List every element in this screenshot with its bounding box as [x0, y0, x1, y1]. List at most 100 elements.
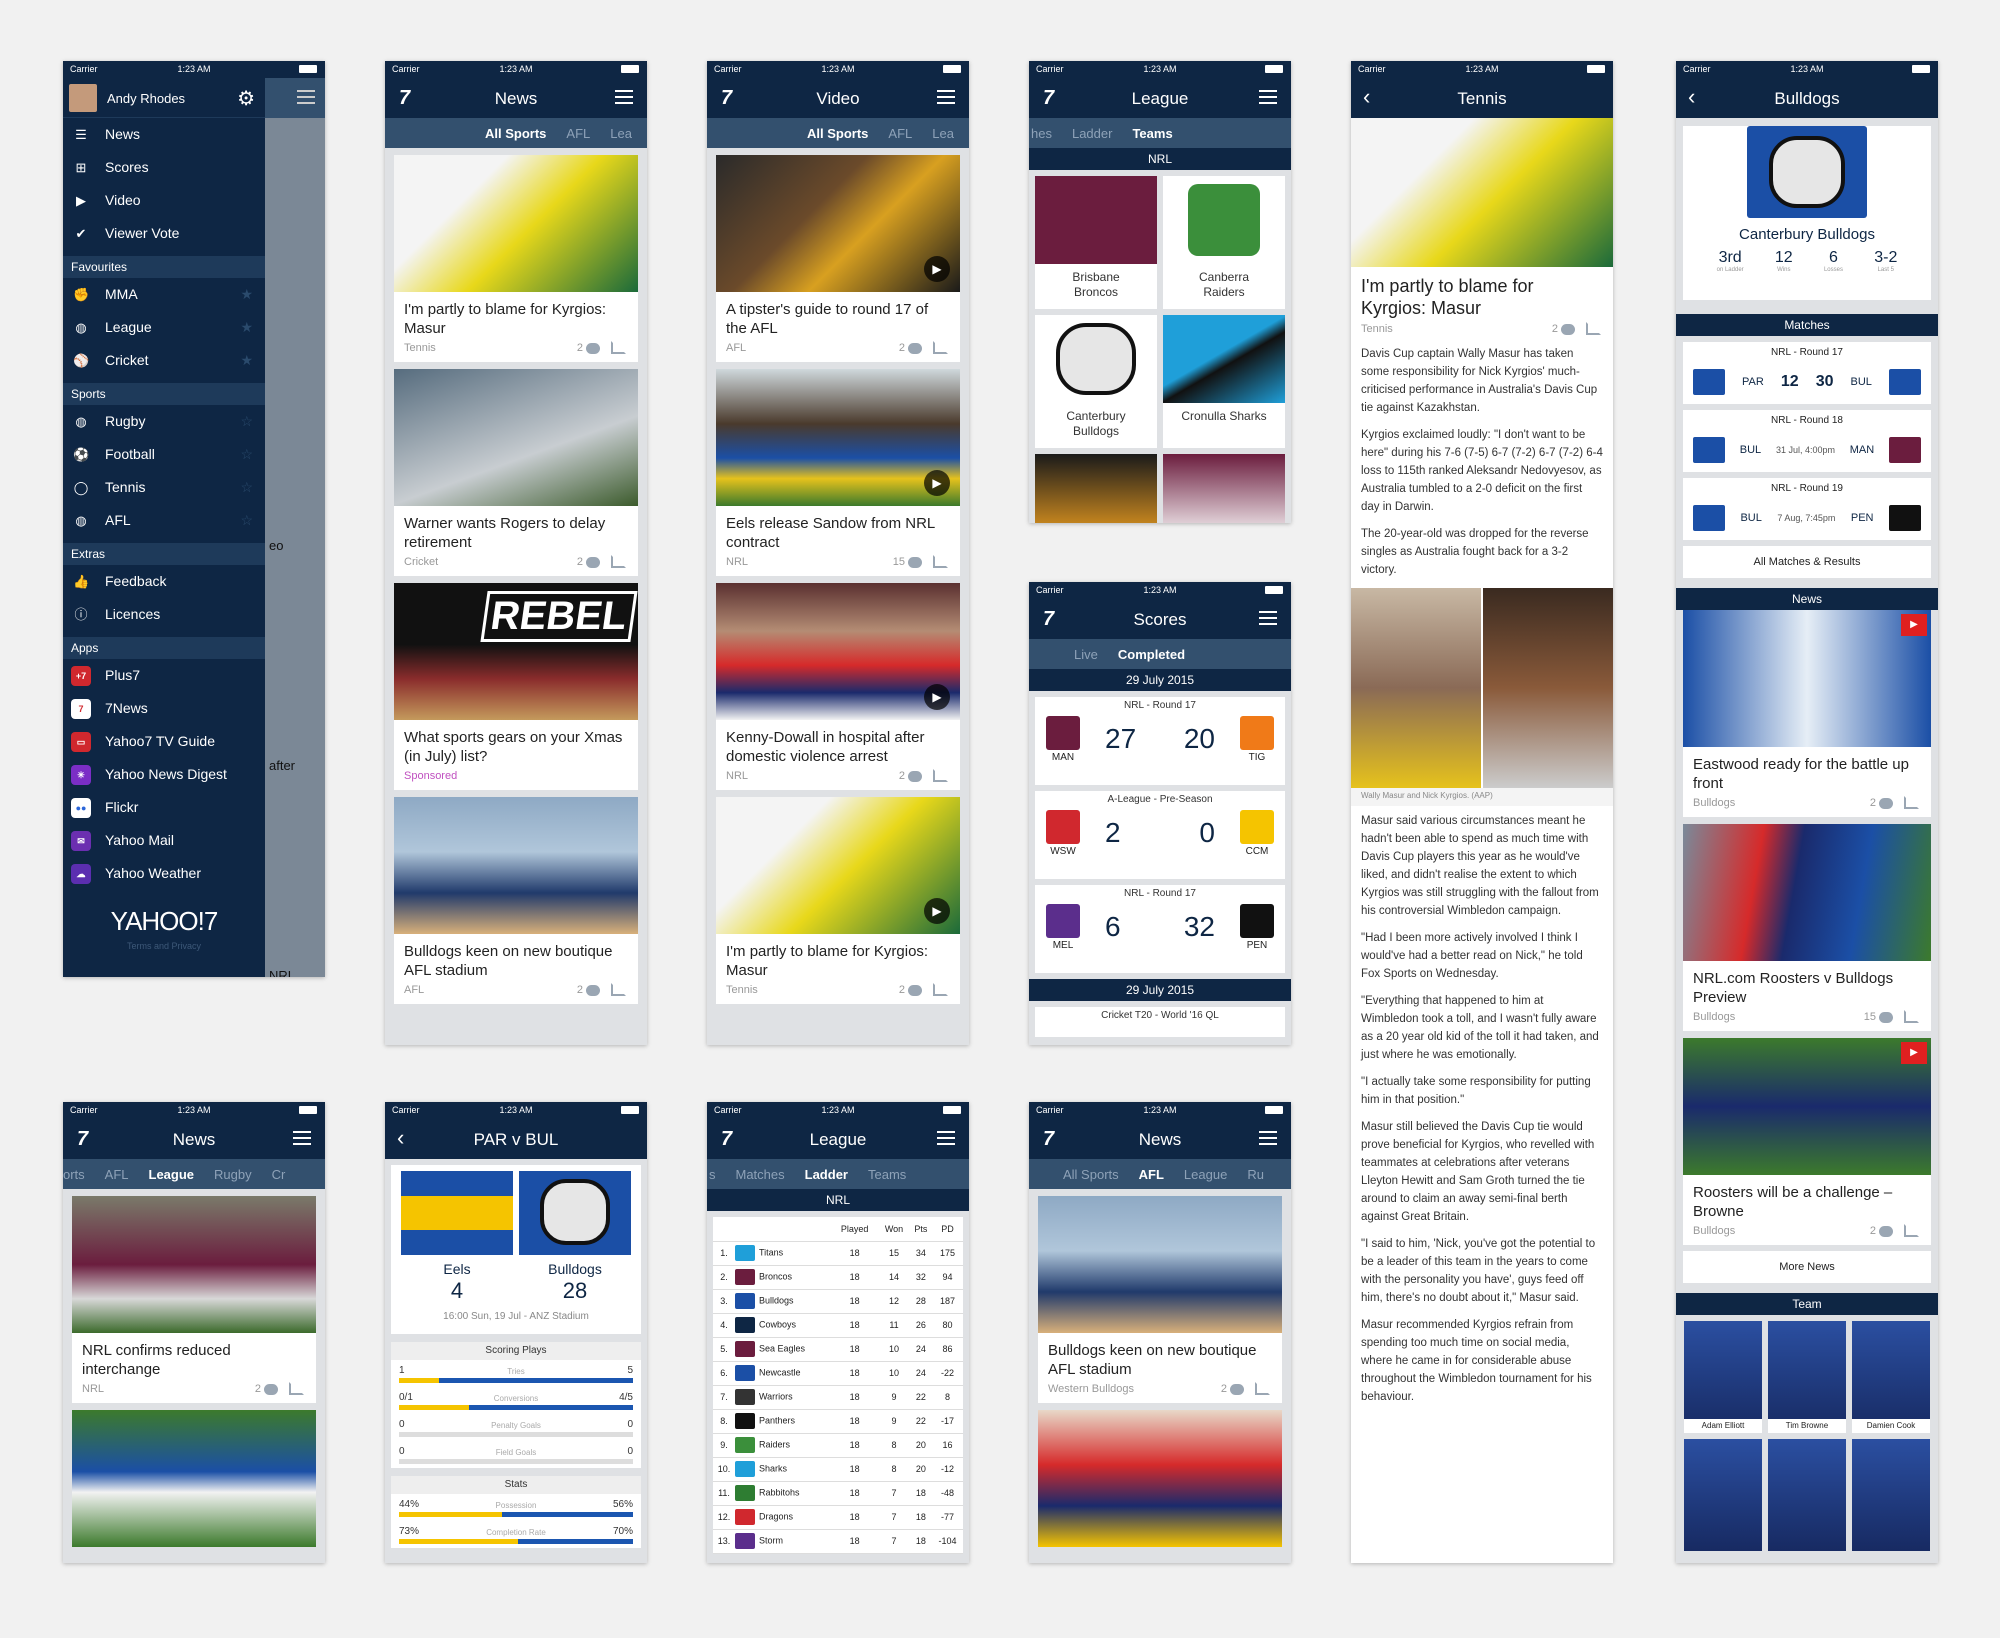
comment-count[interactable]: 2: [1870, 1225, 1893, 1237]
video-badge-icon[interactable]: ▶: [1901, 614, 1927, 636]
share-icon[interactable]: [1904, 1224, 1919, 1237]
tab-all-sports[interactable]: All Sports: [1063, 1167, 1119, 1182]
comment-count[interactable]: 15: [1864, 1011, 1893, 1023]
tab-all-sports[interactable]: All Sports: [807, 126, 868, 141]
ladder-row[interactable]: 4. Cowboys 18 11 26 80: [713, 1313, 963, 1338]
tab-afl[interactable]: AFL: [566, 126, 590, 141]
news-card[interactable]: NRL.com Roosters v Bulldogs Preview Bulld…: [1683, 824, 1931, 1031]
all-matches-button[interactable]: All Matches & Results: [1683, 546, 1931, 578]
player-card[interactable]: Tim Browne: [1768, 1321, 1846, 1433]
ladder-row[interactable]: 1. Titans 18 15 34 175: [713, 1241, 963, 1266]
comment-count[interactable]: 2: [577, 342, 600, 354]
menu-icon[interactable]: [1259, 1131, 1277, 1133]
app-7news[interactable]: 7 7News: [63, 692, 265, 725]
app-yahoo-weather[interactable]: ☁ Yahoo Weather: [63, 857, 265, 890]
tab-partial[interactable]: s: [709, 1167, 716, 1182]
drawer-item-tennis[interactable]: ◯ Tennis ☆: [63, 471, 265, 504]
video-badge-icon[interactable]: ▶: [1901, 1042, 1927, 1064]
news-card[interactable]: REBEL What sports gears on your Xmas (in …: [394, 583, 638, 790]
tab-league[interactable]: Lea: [610, 126, 632, 141]
star-outline-icon[interactable]: ☆: [240, 438, 253, 471]
drawer-item-video[interactable]: ▶ Video: [63, 184, 265, 217]
tab-afl[interactable]: AFL: [1139, 1167, 1164, 1182]
star-outline-icon[interactable]: ☆: [240, 405, 253, 438]
ladder-row[interactable]: 12. Dragons 18 7 18 -77: [713, 1505, 963, 1530]
drawer-item-news[interactable]: ☰ News: [63, 118, 265, 151]
ladder-row[interactable]: 11. Rabbitohs 18 7 18 -48: [713, 1481, 963, 1506]
comment-count[interactable]: 2: [255, 1383, 278, 1395]
star-outline-icon[interactable]: ☆: [240, 504, 253, 537]
share-icon[interactable]: [933, 769, 948, 782]
comment-count[interactable]: 2: [577, 556, 600, 568]
news-card[interactable]: ▶ Roosters will be a challenge – Browne Bu…: [1683, 1038, 1931, 1245]
star-icon[interactable]: ★: [240, 344, 253, 377]
user-name[interactable]: Andy Rhodes: [107, 91, 185, 106]
video-card[interactable]: ▶ A tipster's guide to round 17 of the AF…: [716, 155, 960, 362]
menu-icon[interactable]: [615, 90, 633, 92]
drawer-item-afl[interactable]: ◍ AFL ☆: [63, 504, 265, 537]
comment-count[interactable]: 2: [1221, 1383, 1244, 1395]
tab-matches[interactable]: Matches: [736, 1167, 785, 1182]
ladder-row[interactable]: 7. Warriors 18 9 22 8: [713, 1385, 963, 1410]
play-icon[interactable]: ▶: [924, 256, 950, 282]
ladder-row[interactable]: 5. Sea Eagles 18 10 24 86: [713, 1337, 963, 1362]
menu-icon[interactable]: [937, 1131, 955, 1133]
ladder-row[interactable]: 10. Sharks 18 8 20 -12: [713, 1457, 963, 1482]
app-tv-guide[interactable]: ▭ Yahoo7 TV Guide: [63, 725, 265, 758]
tab-cricket[interactable]: Cr: [272, 1167, 286, 1182]
star-outline-icon[interactable]: ☆: [240, 471, 253, 504]
news-card[interactable]: Bulldogs keen on new boutique AFL stadiu…: [1038, 1196, 1282, 1403]
comment-count[interactable]: 15: [893, 556, 922, 568]
drawer-item-cricket[interactable]: ⚾ Cricket ★: [63, 344, 265, 377]
share-icon[interactable]: [933, 341, 948, 354]
play-icon[interactable]: ▶: [924, 898, 950, 924]
star-icon[interactable]: ★: [240, 278, 253, 311]
team-tile[interactable]: Cronulla Sharks: [1163, 315, 1285, 448]
news-card[interactable]: Bulldogs keen on new boutique AFL stadiu…: [394, 797, 638, 1004]
tab-rugby[interactable]: Ru: [1247, 1167, 1264, 1182]
tab-rugby[interactable]: Rugby: [214, 1167, 252, 1182]
drawer-item-rugby[interactable]: ◍ Rugby ☆: [63, 405, 265, 438]
match-row[interactable]: NRL - Round 18 BUL 31 Jul, 4:00pm MAN: [1683, 410, 1931, 472]
video-card[interactable]: ▶ Kenny-Dowall in hospital after domestic…: [716, 583, 960, 790]
news-card[interactable]: I'm partly to blame for Kyrgios: Masur Te…: [394, 155, 638, 362]
share-icon[interactable]: [933, 983, 948, 996]
score-card[interactable]: Cricket T20 - World '16 QL: [1035, 1007, 1285, 1037]
share-icon[interactable]: [933, 555, 948, 568]
team-tile[interactable]: Brisbane Broncos: [1035, 176, 1157, 309]
share-icon[interactable]: [1586, 322, 1601, 335]
comment-count[interactable]: 2: [1552, 323, 1575, 335]
menu-icon[interactable]: [297, 90, 315, 92]
drawer-item-league[interactable]: ◍ League ★: [63, 311, 265, 344]
drawer-item-feedback[interactable]: 👍 Feedback: [63, 565, 265, 598]
tab-ladder[interactable]: Ladder: [1072, 126, 1112, 141]
team-tile[interactable]: [1163, 454, 1285, 523]
comment-count[interactable]: 2: [899, 770, 922, 782]
app-yahoo-mail[interactable]: ✉ Yahoo Mail: [63, 824, 265, 857]
share-icon[interactable]: [1255, 1382, 1270, 1395]
news-card[interactable]: ▶ Eastwood ready for the battle up front B…: [1683, 610, 1931, 817]
tab-league[interactable]: League: [149, 1167, 195, 1182]
drawer-item-licences[interactable]: ⓘ Licences: [63, 598, 265, 631]
menu-icon[interactable]: [1259, 611, 1277, 613]
score-card[interactable]: NRL - Round 17 MEL 6 32 PEN: [1035, 885, 1285, 973]
tab-teams[interactable]: Teams: [868, 1167, 906, 1182]
tab-afl[interactable]: AFL: [888, 126, 912, 141]
team-tile[interactable]: Canberra Raiders: [1163, 176, 1285, 309]
ladder-row[interactable]: 8. Panthers 18 9 22 -17: [713, 1409, 963, 1434]
ladder-row[interactable]: 2. Broncos 18 14 32 94: [713, 1265, 963, 1290]
app-plus7[interactable]: +7 Plus7: [63, 659, 265, 692]
score-card[interactable]: A-League - Pre-Season WSW 2 0 CCM: [1035, 791, 1285, 879]
drawer-item-mma[interactable]: ✊ MMA ★: [63, 278, 265, 311]
terms-link[interactable]: Terms and Privacy: [63, 941, 265, 951]
tab-teams[interactable]: Teams: [1132, 126, 1172, 141]
tab-league[interactable]: Lea: [932, 126, 954, 141]
more-news-button[interactable]: More News: [1683, 1251, 1931, 1283]
play-icon[interactable]: ▶: [924, 470, 950, 496]
share-icon[interactable]: [611, 555, 626, 568]
player-card[interactable]: [1768, 1439, 1846, 1551]
share-icon[interactable]: [611, 341, 626, 354]
team-tile[interactable]: [1035, 454, 1157, 523]
match-row[interactable]: NRL - Round 17 PAR 12 30 BUL: [1683, 342, 1931, 404]
gear-icon[interactable]: ⚙: [237, 86, 255, 111]
